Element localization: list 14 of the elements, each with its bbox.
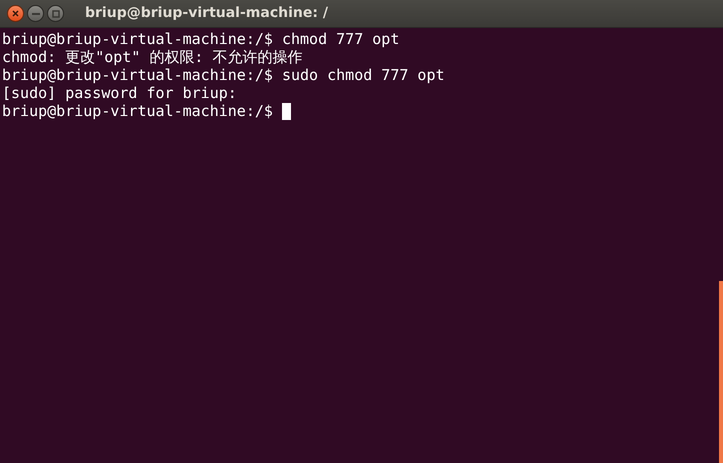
terminal-line: chmod: 更改"opt" 的权限: 不允许的操作 — [2, 48, 302, 66]
scrollbar-thumb[interactable] — [719, 281, 723, 463]
close-icon — [12, 10, 19, 17]
terminal-line: [sudo] password for briup: — [2, 84, 237, 102]
minimize-icon — [32, 12, 40, 14]
cursor-icon — [282, 102, 291, 120]
terminal-line: briup@briup-virtual-machine:/$ chmod 777 opt — [2, 30, 400, 48]
terminal-line: briup@briup-virtual-machine:/$ sudo chmod 777 opt — [2, 66, 445, 84]
terminal-line: briup@briup-virtual-machine:/$ — [2, 102, 274, 120]
close-button[interactable] — [7, 5, 24, 22]
maximize-icon — [52, 10, 60, 18]
window-title: briup@briup-virtual-machine: / — [85, 4, 328, 23]
maximize-button[interactable] — [47, 5, 64, 22]
minimize-button[interactable] — [27, 5, 44, 22]
